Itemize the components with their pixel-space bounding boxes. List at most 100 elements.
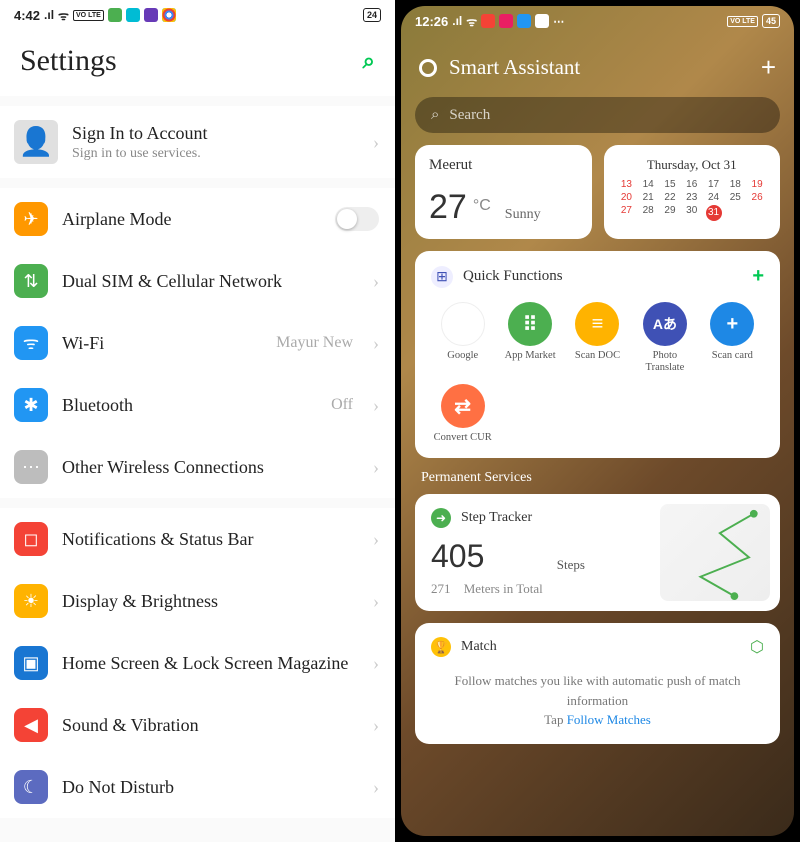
- match-title: Match: [461, 639, 740, 655]
- photo-icon: Aあ: [643, 302, 687, 346]
- function-label: Scan card: [712, 350, 753, 362]
- quick-function-scan-doc[interactable]: ≡Scan DOC: [566, 302, 629, 374]
- weather-unit: °C: [473, 197, 491, 215]
- app-icon: [481, 14, 495, 28]
- match-description: Follow matches you like with automatic p…: [431, 671, 764, 710]
- calendar-day: 13: [618, 179, 636, 190]
- row-label: Other Wireless Connections: [62, 456, 359, 479]
- status-time: 4:42: [14, 8, 40, 23]
- row-value: Off: [331, 396, 353, 414]
- settings-row-notifications-status-bar[interactable]: ◻Notifications & Status Bar›: [0, 508, 395, 570]
- status-time: 12:26: [415, 14, 448, 29]
- calendar-day: 16: [683, 179, 701, 190]
- calendar-day: 28: [639, 205, 657, 221]
- row-label: Sound & Vibration: [62, 714, 359, 737]
- settings-row-do-not-disturb[interactable]: ☾Do Not Disturb›: [0, 756, 395, 818]
- calendar-date: Thursday, Oct 31: [618, 157, 767, 173]
- search-icon: ⌕: [431, 106, 439, 124]
- calendar-day: [726, 205, 744, 221]
- row-label: Airplane Mode: [62, 208, 321, 231]
- route-map: [660, 504, 770, 601]
- battery-icon: 24: [363, 8, 381, 22]
- chevron-right-icon: ›: [373, 333, 379, 354]
- display-icon: ☀: [14, 584, 48, 618]
- match-card[interactable]: 🏆 Match ⬡ Follow matches you like with a…: [415, 623, 780, 744]
- chevron-right-icon: ›: [373, 777, 379, 798]
- assistant-logo-icon: [419, 59, 437, 77]
- row-label: Wi-Fi: [62, 332, 262, 355]
- status-bar-left: 4:42 .ıl ᯤ VO LTE 24: [0, 0, 395, 30]
- calendar-day: 14: [639, 179, 657, 190]
- chevron-right-icon: ›: [373, 591, 379, 612]
- row-label: Do Not Disturb: [62, 776, 359, 799]
- calendar-day: 24: [705, 192, 723, 203]
- calendar-day: 19: [748, 179, 766, 190]
- quick-function-photo-translate[interactable]: Aあ Photo Translate: [633, 302, 696, 374]
- display-section: ◻Notifications & Status Bar›☀Display & B…: [0, 508, 395, 818]
- calendar-day: 29: [661, 205, 679, 221]
- add-function-button[interactable]: +: [752, 265, 764, 288]
- calendar-day: 31: [705, 205, 723, 221]
- settings-row-wi-fi[interactable]: ᯤWi-FiMayur New›: [0, 312, 395, 374]
- chevron-right-icon: ›: [373, 271, 379, 292]
- quick-functions-card: ⊞ Quick Functions + GGoogle⠿App Market≡S…: [415, 251, 780, 458]
- convert-icon: ⇄: [441, 384, 485, 428]
- settings-row-home-screen-lock-screen-magazine[interactable]: ▣Home Screen & Lock Screen Magazine›: [0, 632, 395, 694]
- chevron-right-icon: ›: [373, 715, 379, 736]
- google-icon: G: [441, 302, 485, 346]
- settings-row-other-wireless-connections[interactable]: ⋯Other Wireless Connections›: [0, 436, 395, 498]
- app-icon: [517, 14, 531, 28]
- quick-functions-title: Quick Functions: [463, 268, 742, 285]
- row-label: Notifications & Status Bar: [62, 528, 359, 551]
- settings-row-dual-sim-cellular-network[interactable]: ⇅Dual SIM & Cellular Network›: [0, 250, 395, 312]
- scan-icon: +: [710, 302, 754, 346]
- calendar-day: 21: [639, 192, 657, 203]
- step-count-label: Steps: [557, 557, 585, 573]
- step-meters: 271: [431, 581, 451, 596]
- app-icon: [126, 8, 140, 22]
- follow-matches-link[interactable]: Follow Matches: [567, 712, 651, 727]
- quick-function-convert-cur[interactable]: ⇄Convert CUR: [431, 384, 494, 444]
- settings-screen: 4:42 .ıl ᯤ VO LTE 24 Settings ⌕ 👤 Sign I…: [0, 0, 395, 842]
- function-label: Scan DOC: [575, 350, 620, 362]
- volte-icon: VO LTE: [727, 16, 758, 27]
- step-count: 405: [431, 538, 543, 575]
- function-label: App Market: [505, 350, 556, 362]
- chevron-right-icon: ›: [373, 457, 379, 478]
- row-label: Dual SIM & Cellular Network: [62, 270, 359, 293]
- quick-function-google[interactable]: G Google: [431, 302, 494, 374]
- calendar-day: 22: [661, 192, 679, 203]
- toggle-switch[interactable]: [335, 207, 379, 231]
- settings-row-sound-vibration[interactable]: ◀Sound & Vibration›: [0, 694, 395, 756]
- weather-card[interactable]: Meerut 27°C Sunny: [415, 145, 592, 239]
- calendar-card[interactable]: Thursday, Oct 31 13141516171819202122232…: [604, 145, 781, 239]
- calendar-day: 18: [726, 179, 744, 190]
- signin-row[interactable]: 👤 Sign In to Account Sign in to use serv…: [0, 106, 395, 178]
- function-label: Google: [447, 350, 478, 362]
- step-tracker-card[interactable]: ➜ Step Tracker 405 271 Meters in Total S: [415, 494, 780, 611]
- search-icon[interactable]: ⌕: [363, 48, 375, 74]
- search-input[interactable]: ⌕ Search: [415, 97, 780, 133]
- app-icon: [535, 14, 549, 28]
- settings-row-bluetooth[interactable]: ✱BluetoothOff›: [0, 374, 395, 436]
- settings-row-display-brightness[interactable]: ☀Display & Brightness›: [0, 570, 395, 632]
- notifications-icon: ◻: [14, 522, 48, 556]
- home-icon: ▣: [14, 646, 48, 680]
- status-bar-right: 12:26 .ıl ᯤ ⋯ VO LTE 45: [401, 6, 794, 36]
- more-icon: ⋯: [553, 15, 564, 28]
- assistant-title: Smart Assistant: [449, 55, 749, 80]
- function-label: Photo Translate: [635, 350, 695, 374]
- calendar-day: 25: [726, 192, 744, 203]
- battery-icon: 45: [762, 14, 780, 28]
- quick-function-scan-card[interactable]: + Scan card: [701, 302, 764, 374]
- app-icon: [499, 14, 513, 28]
- settings-icon[interactable]: ⬡: [750, 637, 764, 657]
- settings-row-airplane-mode[interactable]: ✈Airplane Mode: [0, 188, 395, 250]
- row-label: Home Screen & Lock Screen Magazine: [62, 652, 359, 675]
- quick-function-app-market[interactable]: ⠿App Market: [498, 302, 561, 374]
- calendar-day: 23: [683, 192, 701, 203]
- calendar-day: 26: [748, 192, 766, 203]
- chevron-right-icon: ›: [373, 395, 379, 416]
- assistant-header: Smart Assistant +: [401, 36, 794, 97]
- add-button[interactable]: +: [761, 52, 776, 83]
